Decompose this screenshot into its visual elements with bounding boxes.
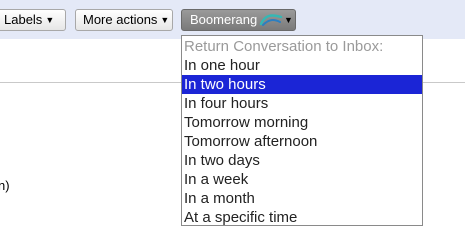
menu-item-in-four-hours[interactable]: In four hours <box>182 94 422 113</box>
more-actions-button[interactable]: More actions ▼ <box>75 9 173 31</box>
partial-text: n) <box>0 178 10 193</box>
menu-item-in-one-hour[interactable]: In one hour <box>182 56 422 75</box>
labels-button[interactable]: Labels ▼ <box>0 9 66 31</box>
menu-item-at-a-specific-time[interactable]: At a specific time <box>182 208 422 227</box>
menu-item-in-two-days[interactable]: In two days <box>182 151 422 170</box>
menu-item-tomorrow-afternoon[interactable]: Tomorrow afternoon <box>182 132 422 151</box>
more-actions-button-label: More actions <box>83 12 158 27</box>
dropdown-caret-icon: ▼ <box>284 15 293 25</box>
boomerang-button-label: Boomerang <box>190 12 258 27</box>
boomerang-button[interactable]: Boomerang ▼ <box>181 9 296 31</box>
menu-header: Return Conversation to Inbox: <box>184 38 384 55</box>
menu-item-in-a-month[interactable]: In a month <box>182 189 422 208</box>
labels-button-label: Labels <box>4 12 43 27</box>
boomerang-dropdown-menu: Return Conversation to Inbox: In one hou… <box>181 35 423 226</box>
dropdown-caret-icon: ▼ <box>45 15 55 25</box>
dropdown-caret-icon: ▼ <box>160 15 170 25</box>
menu-item-in-a-week[interactable]: In a week <box>182 170 422 189</box>
boomerang-logo-icon <box>259 14 283 26</box>
menu-item-tomorrow-morning[interactable]: Tomorrow morning <box>182 113 422 132</box>
menu-item-in-two-hours[interactable]: In two hours <box>182 75 422 94</box>
